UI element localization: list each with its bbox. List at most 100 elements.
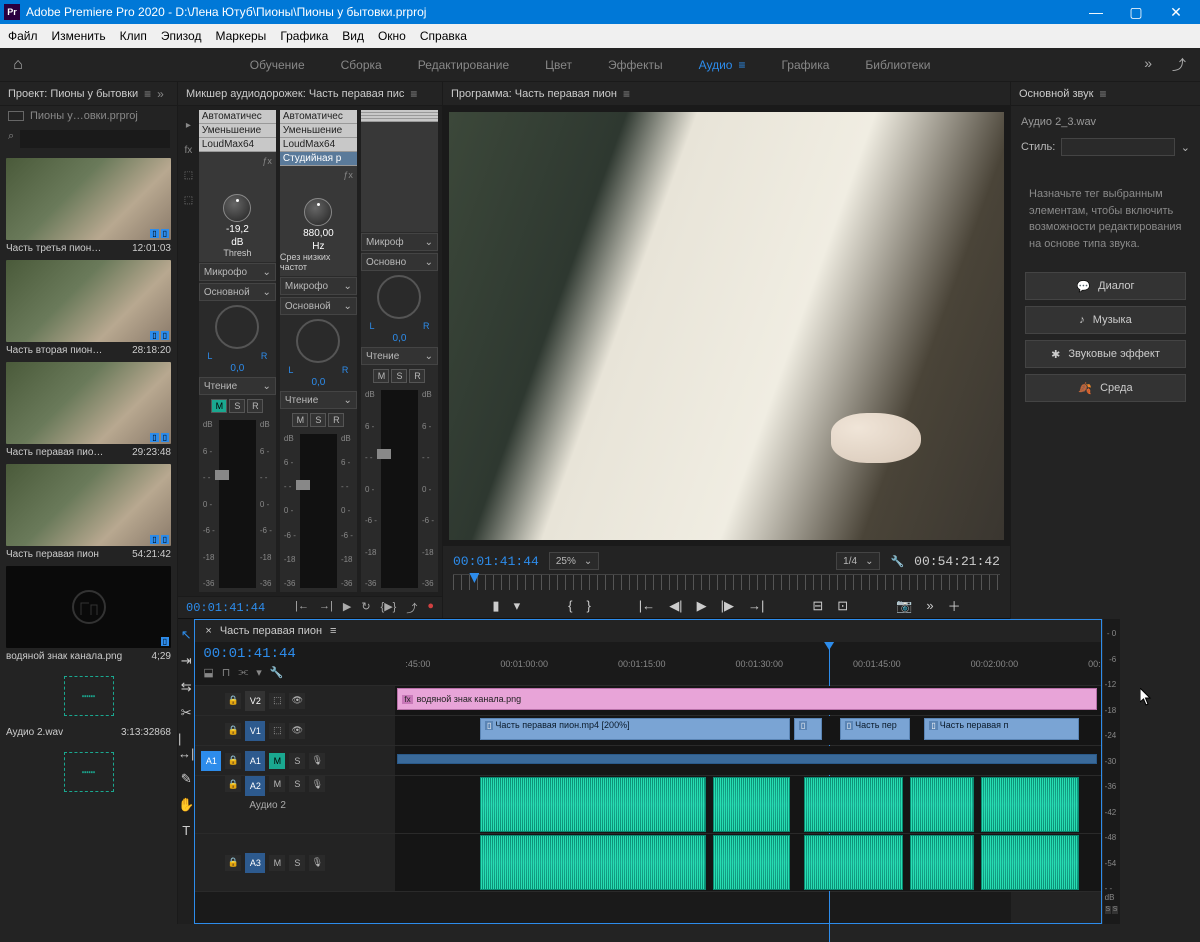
voiceover-icon[interactable]: 🎙 bbox=[309, 776, 325, 792]
track-v2-body[interactable]: fx водяной знак канала.png bbox=[395, 686, 1100, 715]
share-icon[interactable]: ⤴ bbox=[1172, 55, 1186, 75]
timeline-tab[interactable]: × Часть перавая пион ≡ bbox=[195, 620, 1100, 642]
export-icon[interactable]: ⤴ bbox=[406, 600, 417, 616]
export-frame-icon[interactable]: 📷 bbox=[896, 598, 912, 614]
pan-control[interactable]: LR0,0 bbox=[280, 316, 357, 390]
panel-menu-icon[interactable]: ≡ bbox=[330, 625, 336, 637]
lock-icon[interactable]: 🔒 bbox=[225, 693, 241, 709]
lock-icon[interactable]: 🔒 bbox=[225, 753, 241, 769]
fader[interactable]: dB6 -- -0 --6 --18-36dB6 -- -0 --6 --18-… bbox=[361, 386, 438, 592]
clip-audio-linked[interactable] bbox=[397, 754, 1096, 764]
clip-video[interactable]: ▯ bbox=[794, 718, 822, 740]
track-target[interactable]: A2 bbox=[245, 776, 265, 796]
workspace-Библиотеки[interactable]: Библиотеки bbox=[865, 58, 930, 72]
goto-in-icon[interactable]: |← bbox=[295, 600, 309, 616]
send-icon[interactable]: ⬚ bbox=[184, 170, 193, 181]
ripple-tool-icon[interactable]: ⇆ bbox=[181, 679, 192, 695]
eye-icon[interactable]: 👁 bbox=[289, 723, 305, 739]
track-v2-header[interactable]: 🔒 V2 ⬚ 👁 bbox=[195, 686, 395, 715]
type-tool-icon[interactable]: T bbox=[182, 823, 190, 838]
lock-icon[interactable]: 🔒 bbox=[225, 776, 241, 792]
pan-control[interactable]: LR0,0 bbox=[361, 272, 438, 346]
mixer-sel1[interactable]: Микроф⌄ bbox=[361, 233, 438, 251]
program-viewport[interactable] bbox=[443, 106, 1010, 546]
lock-icon[interactable]: 🔒 bbox=[225, 855, 241, 871]
mark-in-icon[interactable]: ▮ bbox=[492, 598, 499, 614]
clip-audio[interactable] bbox=[480, 835, 706, 890]
menu-Клип[interactable]: Клип bbox=[120, 29, 147, 43]
timeline-ruler[interactable]: :45:0000:01:00:0000:01:15:0000:01:30:000… bbox=[395, 642, 1100, 685]
clip-audio[interactable] bbox=[804, 835, 903, 890]
tag-Диалог[interactable]: 💬Диалог bbox=[1025, 272, 1186, 300]
program-header[interactable]: Программа: Часть перавая пион ≡ bbox=[443, 82, 1010, 106]
project-panel-header[interactable]: Проект: Пионы у бытовки ≡ » bbox=[0, 82, 177, 106]
meter-solo-left[interactable]: S bbox=[1105, 906, 1111, 914]
clip-audio[interactable] bbox=[910, 777, 973, 832]
set-out-icon[interactable]: } bbox=[586, 598, 590, 613]
set-in-icon[interactable]: { bbox=[568, 598, 572, 613]
loop-icon[interactable]: ↻ bbox=[361, 600, 370, 616]
tag-Музыка[interactable]: ♪Музыка bbox=[1025, 306, 1186, 334]
eye-icon[interactable]: 👁 bbox=[289, 693, 305, 709]
track-target[interactable]: A1 bbox=[245, 751, 265, 771]
mute-button[interactable]: M bbox=[292, 413, 308, 427]
program-zoom-select[interactable]: 25%⌄ bbox=[549, 552, 599, 570]
clip-audio[interactable] bbox=[480, 777, 706, 832]
program-timecode-left[interactable]: 00:01:41:44 bbox=[453, 554, 539, 569]
mixer-sel2[interactable]: Основно⌄ bbox=[361, 253, 438, 271]
selection-tool-icon[interactable]: ↖ bbox=[181, 627, 192, 643]
pan-control[interactable]: LR0,0 bbox=[199, 302, 276, 376]
track-v1-header[interactable]: 🔒 V1 ⬚ 👁 bbox=[195, 716, 395, 745]
menu-Вид[interactable]: Вид bbox=[342, 29, 364, 43]
hand-tool-icon[interactable]: ✋ bbox=[178, 797, 194, 813]
automation-mode[interactable]: Чтение⌄ bbox=[361, 347, 438, 365]
fx-slots[interactable]: АвтоматичесУменьшениеLoudMax64Студийная … bbox=[280, 110, 357, 166]
track-a1-header[interactable]: A1 🔒 A1 M S 🎙 bbox=[195, 746, 395, 775]
clip-video[interactable]: ▯Часть пер bbox=[840, 718, 911, 740]
mixer-header[interactable]: Микшер аудиодорожек: Часть перавая пис ≡ bbox=[178, 82, 442, 106]
step-fwd-icon[interactable]: |▶ bbox=[721, 598, 734, 614]
record-button[interactable]: R bbox=[328, 413, 344, 427]
workspace-Аудио[interactable]: Аудио≡ bbox=[699, 58, 746, 72]
clip-video[interactable]: ▯Часть перавая п bbox=[924, 718, 1079, 740]
menu-Файл[interactable]: Файл bbox=[8, 29, 38, 43]
fx-bypass-icon[interactable]: ƒx bbox=[343, 170, 353, 180]
workspace-Графика[interactable]: Графика bbox=[781, 58, 829, 72]
track-v1-body[interactable]: ▯Часть перавая пион.mp4 [200%]▯▯Часть пе… bbox=[395, 716, 1100, 745]
project-item[interactable]: ▯▯Часть третья пион…12:01:03 bbox=[6, 158, 171, 254]
dropdown-icon[interactable]: ⌄ bbox=[1181, 141, 1190, 154]
workspace-Обучение[interactable]: Обучение bbox=[250, 58, 305, 72]
project-search-input[interactable] bbox=[20, 130, 170, 148]
panel-menu-icon[interactable]: ≡ bbox=[144, 87, 151, 101]
track-a3-header[interactable]: 🔒 A3 M S 🎙 bbox=[195, 834, 395, 891]
clip-audio[interactable] bbox=[713, 777, 791, 832]
track-target[interactable]: V1 bbox=[245, 721, 265, 741]
essound-style-select[interactable] bbox=[1061, 138, 1174, 156]
overflow-icon[interactable]: » bbox=[926, 598, 933, 613]
settings-icon[interactable]: 🔧 bbox=[270, 666, 284, 679]
play-icon[interactable]: ▶ bbox=[697, 598, 707, 614]
marker-icon[interactable]: ▾ bbox=[256, 666, 262, 679]
program-resolution-select[interactable]: 1/4⌄ bbox=[836, 552, 880, 570]
clip-audio[interactable] bbox=[713, 835, 791, 890]
project-item[interactable]: ▯▯Часть вторая пион…28:18:20 bbox=[6, 260, 171, 356]
mixer-sel2[interactable]: Основной⌄ bbox=[199, 283, 276, 301]
fader-handle[interactable] bbox=[377, 449, 391, 459]
project-item[interactable]: ▯▯Часть перавая пио…29:23:48 bbox=[6, 362, 171, 458]
clip-audio[interactable] bbox=[804, 777, 903, 832]
pen-tool-icon[interactable]: ✎ bbox=[181, 771, 192, 787]
panel-more-icon[interactable]: » bbox=[157, 87, 164, 101]
mute-button[interactable]: M bbox=[269, 776, 285, 792]
mixer-sel1[interactable]: Микрофо⌄ bbox=[199, 263, 276, 281]
home-icon[interactable]: ⌂ bbox=[0, 56, 36, 74]
mute-button[interactable]: M bbox=[373, 369, 389, 383]
nest-icon[interactable]: ⬓ bbox=[203, 666, 213, 679]
fx-toggle-icon[interactable]: ▸ bbox=[186, 120, 191, 131]
voiceover-icon[interactable]: 🎙 bbox=[309, 753, 325, 769]
close-tab-icon[interactable]: × bbox=[205, 625, 211, 637]
settings-icon[interactable]: 🔧 bbox=[890, 555, 904, 568]
mixer-sel2[interactable]: Основной⌄ bbox=[280, 297, 357, 315]
menu-Справка[interactable]: Справка bbox=[420, 29, 467, 43]
fader[interactable]: dB6 -- -0 --6 --18-36dB6 -- -0 --6 --18-… bbox=[199, 416, 276, 592]
minimize-button[interactable]: — bbox=[1076, 0, 1116, 24]
